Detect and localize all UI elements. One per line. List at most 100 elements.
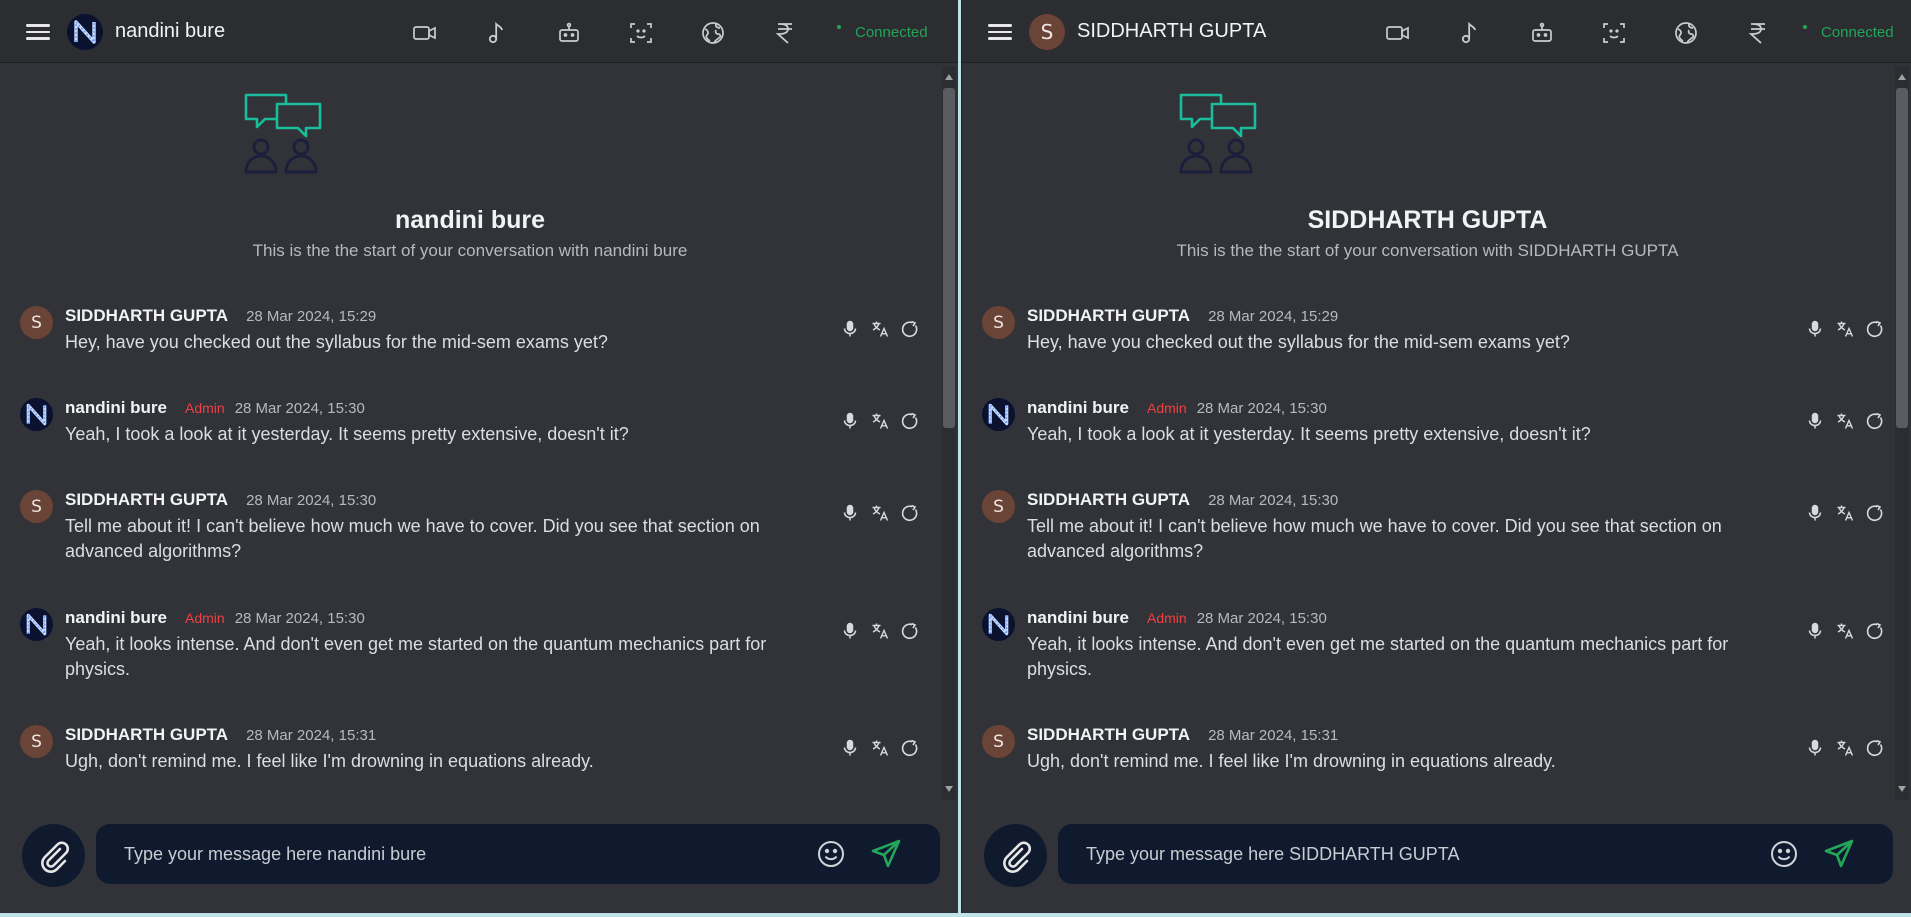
message-avatar: [20, 608, 53, 641]
message-actions: [841, 412, 919, 430]
connection-status: Connected: [837, 24, 928, 41]
translate-icon[interactable]: [871, 412, 889, 430]
globe-icon[interactable]: [1673, 20, 1699, 46]
message-author[interactable]: nandini bure: [65, 398, 167, 418]
translate-icon[interactable]: [871, 622, 889, 640]
microphone-icon[interactable]: [1806, 320, 1824, 338]
face-scan-icon[interactable]: [1601, 20, 1627, 46]
admin-badge: Admin: [1147, 610, 1187, 626]
robot-icon[interactable]: [556, 20, 582, 46]
refresh-icon[interactable]: [901, 504, 919, 522]
send-icon[interactable]: [1823, 838, 1855, 870]
face-scan-icon[interactable]: [628, 20, 654, 46]
message-author[interactable]: SIDDHARTH GUPTA: [65, 725, 228, 745]
message-composer: [962, 818, 1911, 888]
message-text: Yeah, it looks intense. And don't even g…: [1027, 634, 1729, 679]
message-author[interactable]: nandini bure: [1027, 608, 1129, 628]
header-toolbar: [412, 20, 798, 46]
refresh-icon[interactable]: [1866, 320, 1884, 338]
message-header: nandini bure Admin 28 Mar 2024, 15:30: [65, 398, 365, 418]
attach-button[interactable]: [984, 824, 1047, 887]
hamburger-menu-icon[interactable]: [26, 20, 50, 44]
rupee-icon[interactable]: [772, 20, 798, 46]
microphone-icon[interactable]: [1806, 739, 1824, 757]
microphone-icon[interactable]: [841, 504, 859, 522]
message-text: Tell me about it! I can't believe how mu…: [1027, 516, 1722, 561]
message-scrollbar[interactable]: [1895, 66, 1909, 800]
message-timestamp: 28 Mar 2024, 15:29: [1208, 308, 1339, 325]
message-author[interactable]: SIDDHARTH GUPTA: [65, 306, 228, 326]
status-text: Connected: [1821, 24, 1894, 41]
microphone-icon[interactable]: [841, 739, 859, 757]
message-text: Ugh, don't remind me. I feel like I'm dr…: [1027, 751, 1556, 771]
scroll-down-icon[interactable]: [945, 786, 953, 792]
translate-icon[interactable]: [1836, 504, 1854, 522]
message-input-wrap: [1058, 824, 1893, 884]
chat-title: nandini bure: [115, 20, 226, 42]
translate-icon[interactable]: [1836, 622, 1854, 640]
message-timestamp: 28 Mar 2024, 15:31: [1208, 727, 1339, 744]
header-avatar-wrap: [67, 14, 103, 50]
connection-status: Connected: [1803, 24, 1894, 41]
globe-icon[interactable]: [700, 20, 726, 46]
message-actions: [1806, 412, 1884, 430]
microphone-icon[interactable]: [1806, 412, 1824, 430]
message-avatar: S: [20, 725, 53, 758]
message-avatar: S: [982, 490, 1015, 523]
translate-icon[interactable]: [1836, 320, 1854, 338]
message-author[interactable]: SIDDHARTH GUPTA: [1027, 725, 1190, 745]
translate-icon[interactable]: [1836, 739, 1854, 757]
message-timestamp: 28 Mar 2024, 15:29: [246, 308, 377, 325]
message-timestamp: 28 Mar 2024, 15:30: [1196, 610, 1327, 627]
microphone-icon[interactable]: [841, 412, 859, 430]
refresh-icon[interactable]: [901, 739, 919, 757]
message-input[interactable]: [124, 824, 724, 884]
message-input[interactable]: [1086, 824, 1686, 884]
scroll-up-icon[interactable]: [1898, 74, 1906, 80]
message-author[interactable]: SIDDHARTH GUPTA: [1027, 306, 1190, 326]
scroll-thumb[interactable]: [943, 88, 955, 428]
refresh-icon[interactable]: [1866, 622, 1884, 640]
video-icon[interactable]: [412, 20, 438, 46]
robot-icon[interactable]: [1529, 20, 1555, 46]
scroll-thumb[interactable]: [1896, 88, 1908, 428]
send-icon[interactable]: [870, 838, 902, 870]
message-header: SIDDHARTH GUPTA 28 Mar 2024, 15:31: [1027, 725, 1338, 745]
scroll-down-icon[interactable]: [1898, 786, 1906, 792]
refresh-icon[interactable]: [1866, 504, 1884, 522]
message-actions: [841, 504, 919, 522]
scroll-up-icon[interactable]: [945, 74, 953, 80]
message-text: Tell me about it! I can't believe how mu…: [65, 516, 760, 561]
message-author[interactable]: SIDDHARTH GUPTA: [1027, 490, 1190, 510]
translate-icon[interactable]: [871, 504, 889, 522]
translate-icon[interactable]: [1836, 412, 1854, 430]
translate-icon[interactable]: [871, 320, 889, 338]
video-icon[interactable]: [1385, 20, 1411, 46]
welcome-title: SIDDHARTH GUPTA: [1307, 206, 1548, 234]
message-author[interactable]: SIDDHARTH GUPTA: [65, 490, 228, 510]
message-author[interactable]: nandini bure: [65, 608, 167, 628]
emoji-icon[interactable]: [1769, 839, 1799, 869]
refresh-icon[interactable]: [1866, 739, 1884, 757]
refresh-icon[interactable]: [901, 622, 919, 640]
rupee-icon[interactable]: [1745, 20, 1771, 46]
header-avatar: S: [1029, 14, 1065, 50]
translate-icon[interactable]: [871, 739, 889, 757]
message-scrollbar[interactable]: [942, 66, 956, 800]
attach-button[interactable]: [22, 824, 85, 887]
microphone-icon[interactable]: [841, 320, 859, 338]
music-note-icon[interactable]: [484, 20, 510, 46]
refresh-icon[interactable]: [1866, 412, 1884, 430]
refresh-icon[interactable]: [901, 320, 919, 338]
admin-badge: Admin: [1147, 400, 1187, 416]
microphone-icon[interactable]: [1806, 622, 1824, 640]
hamburger-menu-icon[interactable]: [988, 20, 1012, 44]
microphone-icon[interactable]: [1806, 504, 1824, 522]
chat-title: SIDDHARTH GUPTA: [1077, 20, 1267, 42]
music-note-icon[interactable]: [1457, 20, 1483, 46]
refresh-icon[interactable]: [901, 412, 919, 430]
header-avatar: [67, 14, 103, 50]
emoji-icon[interactable]: [816, 839, 846, 869]
message-author[interactable]: nandini bure: [1027, 398, 1129, 418]
microphone-icon[interactable]: [841, 622, 859, 640]
